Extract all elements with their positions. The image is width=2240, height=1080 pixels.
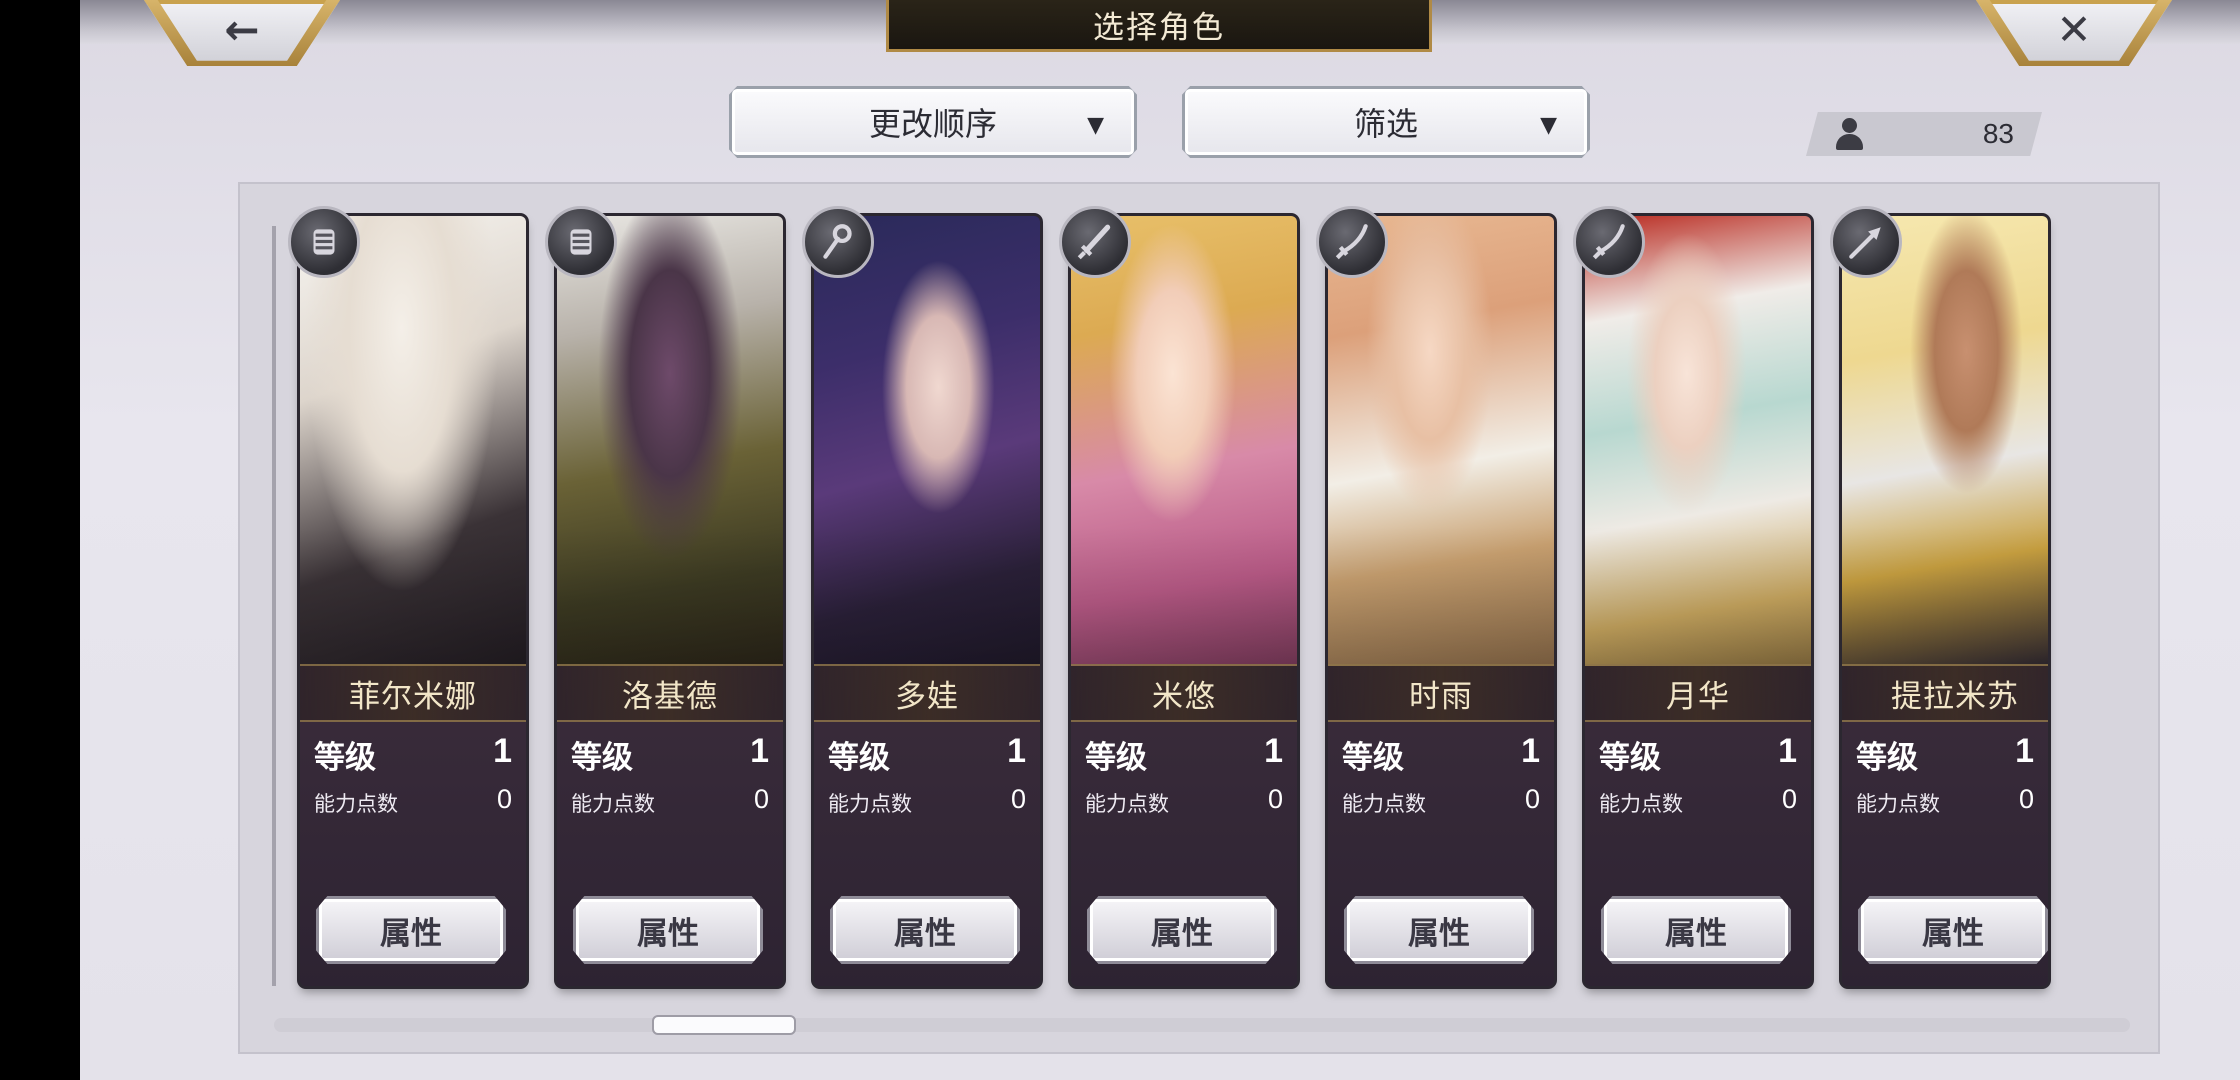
- sort-dropdown-label: 更改顺序: [868, 105, 997, 143]
- attributes-button-label: 属性: [1665, 915, 1727, 952]
- ability-points-label: 能力点数: [1856, 792, 1940, 816]
- ability-points-value: 0: [1524, 784, 1540, 814]
- attributes-button-label: 属性: [894, 915, 956, 952]
- filter-dropdown[interactable]: 筛选 ▼: [1182, 86, 1590, 158]
- ability-points-value: 0: [496, 784, 512, 814]
- katana-icon: [1316, 206, 1388, 278]
- character-card[interactable]: 洛基德 等级 1 能力点数 0 属性: [557, 216, 783, 986]
- sword-icon: [1059, 206, 1131, 278]
- character-name: 月华: [1666, 678, 1730, 715]
- character-portrait: [1585, 216, 1811, 666]
- sort-dropdown[interactable]: 更改顺序 ▼: [729, 86, 1137, 158]
- ability-points-label: 能力点数: [314, 792, 398, 816]
- character-card[interactable]: 米悠 等级 1 能力点数 0 属性: [1071, 216, 1297, 986]
- attributes-button[interactable]: 属性: [1858, 896, 2048, 964]
- character-name: 时雨: [1409, 678, 1473, 715]
- character-card[interactable]: 多娃 等级 1 能力点数 0 属性: [814, 216, 1040, 986]
- ability-points-value: 0: [2018, 784, 2034, 814]
- attributes-button[interactable]: 属性: [1601, 896, 1791, 964]
- roster-count: 83: [1982, 118, 2014, 149]
- level-value: 1: [2015, 732, 2034, 770]
- character-portrait: [814, 216, 1040, 666]
- user-icon: [1834, 118, 1864, 150]
- ability-points-value: 0: [1010, 784, 1026, 814]
- attributes-button[interactable]: 属性: [1087, 896, 1277, 964]
- attributes-button-label: 属性: [637, 915, 699, 952]
- attributes-button[interactable]: 属性: [316, 896, 506, 964]
- ability-points-value: 0: [753, 784, 769, 814]
- character-portrait: [557, 216, 783, 666]
- close-button[interactable]: ✕: [1976, 0, 2172, 66]
- ability-points-label: 能力点数: [571, 792, 655, 816]
- ability-points-value: 0: [1267, 784, 1283, 814]
- attributes-button-label: 属性: [1922, 915, 1984, 952]
- back-arrow-icon: ←: [224, 4, 260, 54]
- title-plate: 选择角色: [886, 0, 1432, 52]
- level-label: 等级: [1599, 740, 1661, 776]
- chevron-down-icon: ▼: [1087, 113, 1104, 138]
- gauntlet-icon: [288, 206, 360, 278]
- level-value: 1: [493, 732, 512, 770]
- character-name: 提拉米苏: [1891, 678, 2019, 715]
- character-name: 菲尔米娜: [349, 678, 477, 715]
- character-portrait: [1842, 216, 2048, 666]
- level-label: 等级: [314, 740, 376, 776]
- character-card[interactable]: 菲尔米娜 等级 1 能力点数 0 属性: [300, 216, 526, 986]
- chevron-down-icon: ▼: [1540, 113, 1557, 138]
- level-value: 1: [750, 732, 769, 770]
- level-value: 1: [1521, 732, 1540, 770]
- character-card[interactable]: 时雨 等级 1 能力点数 0 属性: [1328, 216, 1554, 986]
- level-label: 等级: [1085, 740, 1147, 776]
- ability-points-label: 能力点数: [1342, 792, 1426, 816]
- game-screen: ← 选择角色 ✕ 更改顺序 ▼ 筛选 ▼ 83 菲尔米娜 等级 1 能力点数 0…: [80, 0, 2240, 1080]
- ability-points-label: 能力点数: [1599, 792, 1683, 816]
- level-label: 等级: [571, 740, 633, 776]
- level-label: 等级: [1342, 740, 1404, 776]
- back-button[interactable]: ←: [144, 0, 340, 66]
- katana-icon: [1573, 206, 1645, 278]
- level-label: 等级: [1856, 740, 1918, 776]
- character-name: 多娃: [895, 678, 959, 715]
- attributes-button-label: 属性: [1408, 915, 1470, 952]
- level-value: 1: [1007, 732, 1026, 770]
- roster-count-badge: 83: [1806, 112, 2042, 156]
- horizontal-scrollbar[interactable]: [274, 1018, 2130, 1032]
- attributes-button[interactable]: 属性: [1344, 896, 1534, 964]
- attributes-button-label: 属性: [380, 915, 442, 952]
- character-card[interactable]: 提拉米苏 等级 1 能力点数 0 属性: [1842, 216, 2048, 986]
- character-name: 洛基德: [622, 678, 718, 715]
- page-title: 选择角色: [1093, 10, 1225, 46]
- staff-icon: [802, 206, 874, 278]
- level-value: 1: [1264, 732, 1283, 770]
- attributes-button[interactable]: 属性: [830, 896, 1020, 964]
- filter-dropdown-label: 筛选: [1353, 105, 1418, 143]
- close-icon: ✕: [2056, 4, 2092, 54]
- ability-points-label: 能力点数: [828, 792, 912, 816]
- character-portrait: [300, 216, 526, 666]
- scrollbar-thumb[interactable]: [652, 1015, 796, 1035]
- character-portrait: [1328, 216, 1554, 666]
- character-portrait: [1071, 216, 1297, 666]
- ability-points-label: 能力点数: [1085, 792, 1169, 816]
- attributes-button[interactable]: 属性: [573, 896, 763, 964]
- character-card[interactable]: 月华 等级 1 能力点数 0 属性: [1585, 216, 1811, 986]
- ability-points-value: 0: [1781, 784, 1797, 814]
- character-name: 米悠: [1152, 678, 1216, 715]
- gauntlet-icon: [545, 206, 617, 278]
- spear-icon: [1830, 206, 1902, 278]
- level-value: 1: [1778, 732, 1797, 770]
- attributes-button-label: 属性: [1151, 915, 1213, 952]
- level-label: 等级: [828, 740, 890, 776]
- panel-divider: [272, 226, 276, 986]
